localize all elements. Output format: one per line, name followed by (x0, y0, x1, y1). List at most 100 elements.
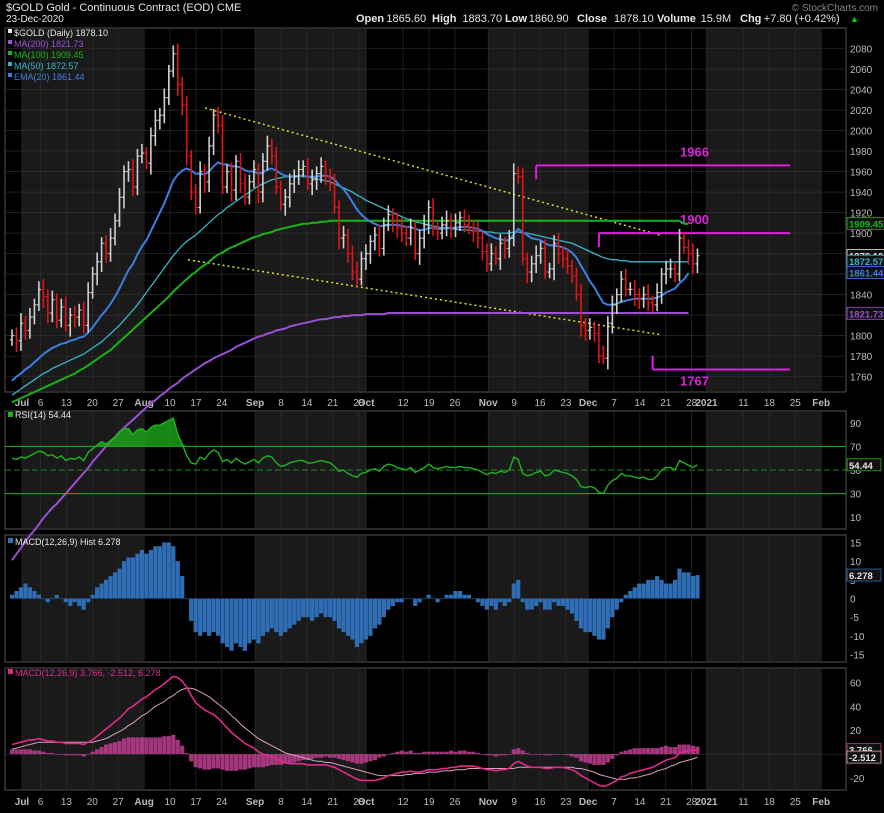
macd-diff-bar (493, 754, 498, 757)
macd-hist-bar (690, 576, 696, 599)
x-tick-label: 27 (113, 398, 125, 409)
macd-hist-y-tick: -5 (850, 613, 859, 624)
x-tick-label: 21 (660, 398, 672, 409)
x-tick-label: 24 (216, 398, 228, 409)
macd-diff-bar (426, 751, 431, 755)
macd-diff-bar (81, 754, 86, 757)
x-tick-label: 2021 (695, 398, 718, 409)
macd-diff-bar (655, 748, 660, 755)
macd-diff-bar (18, 749, 24, 755)
macd-diff-bar (601, 754, 606, 765)
x-tick-label: Dec (579, 398, 598, 409)
macd-hist-bar (480, 598, 485, 606)
macd-hist-bar (139, 549, 145, 599)
macd-hist-bar (296, 598, 301, 621)
macd-hist-bar (583, 598, 588, 633)
macd-diff-bar (520, 750, 525, 755)
macd-diff-bar (511, 749, 516, 755)
macd-hist-bar (551, 598, 557, 603)
macd-hist-legend: MACD(12,26,9) Hist 6.278 (15, 537, 121, 547)
x-tick-label: 8 (278, 797, 284, 808)
rsi-y-tick: 30 (850, 490, 862, 501)
x-tick-label: 13 (61, 398, 73, 409)
macd-hist-bar (641, 583, 646, 599)
macd-diff-bar (323, 754, 328, 757)
macd-diff-bar (103, 744, 109, 755)
x-tick-label: Feb (812, 398, 830, 409)
macd-hist-bar (520, 598, 525, 603)
macd-hist-bar (77, 598, 82, 606)
x-tick-label: 20 (87, 797, 99, 808)
macd-diff-bar (278, 754, 283, 765)
macd-diff-bar (551, 754, 557, 755)
x-tick-label: 2021 (695, 797, 718, 808)
x-tick-label: 10 (164, 797, 176, 808)
macd-hist-bar (457, 591, 463, 599)
macd-y-tick: 20 (850, 726, 862, 737)
macd-diff-bar (153, 737, 158, 755)
macd-diff-bar (480, 754, 485, 755)
macd-diff-bar (166, 736, 171, 755)
macd-hist-bar (229, 598, 234, 651)
macd-diff-bar (439, 751, 445, 755)
macd-hist-bar (686, 572, 691, 599)
macd-hist-bar (655, 576, 660, 599)
x-tick-label: 21 (327, 797, 339, 808)
macd-hist-bar (502, 598, 507, 606)
macd-hist-bar (377, 598, 382, 625)
macd-hist-bar (672, 579, 678, 599)
price-y-tick: 2080 (850, 45, 873, 56)
macd-hist-bar (130, 557, 136, 599)
macd-hist-bar (332, 598, 337, 621)
macd-diff-bar (224, 754, 230, 771)
x-tick-label: 6 (38, 398, 44, 409)
x-tick-label: 7 (611, 797, 617, 808)
macd-hist-bar (466, 594, 472, 599)
macd-diff-bar (502, 754, 507, 756)
macd-diff-bar (390, 752, 395, 755)
macd-diff-bar (386, 754, 391, 755)
header-close-value: 1878.10 (614, 13, 654, 25)
macd-diff-bar (417, 752, 422, 755)
macd-hist-bar (175, 561, 180, 599)
macd-diff-bar (628, 749, 633, 755)
macd-diff-bar (435, 751, 440, 755)
macd-hist-bar (516, 579, 521, 599)
macd-diff-bar (538, 754, 543, 755)
macd-hist-bar (619, 598, 624, 603)
macd-hist-bar (36, 594, 41, 599)
macd-hist-bar (72, 598, 77, 603)
macd-diff-bar (372, 754, 377, 761)
macd-last-value: -2.512 (849, 753, 876, 764)
macd-diff-bar (319, 754, 324, 758)
macd-hist-y-tick: -10 (850, 632, 865, 643)
macd-y-tick: -20 (850, 774, 865, 785)
macd-hist-bar (556, 598, 561, 606)
macd-diff-bar (171, 734, 176, 755)
macd-hist-bar (314, 598, 319, 618)
x-tick-label: 25 (790, 398, 802, 409)
macd-hist-bar (301, 598, 306, 618)
macd-hist-bar (498, 598, 503, 603)
macd-diff-bar (202, 754, 207, 770)
macd-diff-bar (90, 751, 95, 755)
macd-diff-bar (422, 751, 427, 755)
macd-hist-bar (184, 598, 189, 600)
macd-diff-bar (59, 754, 64, 755)
macd-diff-bar (663, 745, 669, 755)
header-chg-value: +7.80 (+0.42%) (764, 13, 840, 25)
macd-diff-bar (332, 754, 337, 758)
macd-hist-bar (103, 579, 109, 599)
price-y-tick: 1900 (850, 229, 873, 240)
macd-diff-bar (260, 754, 265, 768)
macd-diff-bar (381, 754, 386, 757)
macd-hist-bar (14, 591, 19, 599)
x-tick-label: 14 (634, 398, 646, 409)
macd-diff-bar (565, 754, 570, 756)
macd-diff-bar (547, 754, 552, 756)
macd-diff-bar (614, 754, 619, 756)
x-tick-label: 16 (534, 398, 546, 409)
macd-diff-bar (543, 754, 548, 756)
x-tick-label: 14 (301, 398, 313, 409)
right-value-tag: 1909.45 (849, 219, 884, 230)
